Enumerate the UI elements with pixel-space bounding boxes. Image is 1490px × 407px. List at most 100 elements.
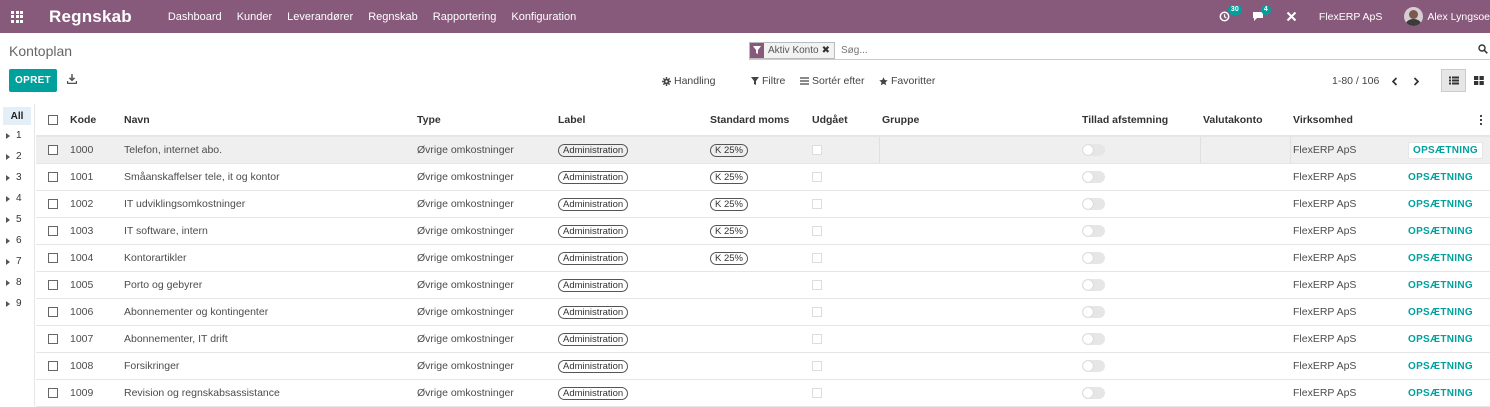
row-deprecated-checkbox[interactable] — [812, 145, 822, 155]
search-input[interactable] — [840, 44, 1441, 56]
header-standard-tax[interactable]: Standard moms — [710, 104, 789, 135]
side-group-item[interactable]: 6 — [0, 230, 34, 251]
header-deprecated[interactable]: Udgået — [812, 104, 848, 135]
sort-menu[interactable]: Sortér efter — [800, 75, 865, 87]
row-checkbox[interactable] — [48, 388, 58, 398]
row-reconcile-toggle[interactable] — [1082, 252, 1105, 264]
side-group-item[interactable]: 7 — [0, 251, 34, 272]
action-menu[interactable]: Handling — [662, 75, 715, 87]
filters-menu[interactable]: Filtre — [751, 75, 785, 87]
setup-button[interactable]: OPSÆTNING — [1408, 199, 1473, 210]
setup-button[interactable]: OPSÆTNING — [1408, 141, 1483, 159]
row-checkbox[interactable] — [48, 307, 58, 317]
row-deprecated-checkbox[interactable] — [812, 334, 822, 344]
row-checkbox[interactable] — [48, 253, 58, 263]
row-deprecated-checkbox[interactable] — [812, 253, 822, 263]
row-checkbox[interactable] — [48, 172, 58, 182]
list-view-icon[interactable] — [1441, 69, 1466, 92]
menu-dashboard[interactable]: Dashboard — [168, 11, 222, 23]
filter-facet[interactable]: Aktiv Konto ✖ — [749, 41, 835, 59]
company-switcher[interactable]: FlexERP ApS — [1319, 11, 1382, 23]
app-brand[interactable]: Regnskab — [49, 7, 132, 27]
row-checkbox[interactable] — [48, 199, 58, 209]
table-row[interactable]: 1009 Revision og regnskabsassistance Øvrig… — [36, 380, 1490, 407]
create-button[interactable]: OPRET — [9, 69, 57, 92]
debug-tools-icon[interactable] — [1286, 11, 1297, 22]
side-group-item[interactable]: 3 — [0, 167, 34, 188]
row-reconcile-toggle[interactable] — [1082, 306, 1105, 318]
row-deprecated-checkbox[interactable] — [812, 199, 822, 209]
row-reconcile-toggle[interactable] — [1082, 171, 1105, 183]
side-group-item[interactable]: 1 — [0, 125, 34, 146]
favorites-menu[interactable]: Favoritter — [879, 75, 935, 87]
table-row[interactable]: 1000 Telefon, internet abo. Øvrige omkostn… — [36, 137, 1490, 164]
menu-rapportering[interactable]: Rapportering — [433, 11, 497, 23]
optional-columns-icon[interactable] — [1480, 115, 1482, 125]
header-allow-reconcile[interactable]: Tillad afstemning — [1082, 104, 1168, 135]
row-deprecated-checkbox[interactable] — [812, 307, 822, 317]
setup-button[interactable]: OPSÆTNING — [1408, 307, 1473, 318]
header-group[interactable]: Gruppe — [882, 104, 919, 135]
setup-button[interactable]: OPSÆTNING — [1408, 253, 1473, 264]
row-reconcile-toggle[interactable] — [1082, 333, 1105, 345]
messages-icon[interactable]: 4 — [1252, 5, 1271, 22]
header-label[interactable]: Label — [558, 104, 585, 135]
user-menu[interactable]: Alex Lyngsoe — [1427, 11, 1490, 23]
download-icon[interactable] — [66, 74, 78, 87]
setup-button[interactable]: OPSÆTNING — [1408, 334, 1473, 345]
remove-facet-icon[interactable]: ✖ — [822, 45, 830, 56]
header-type[interactable]: Type — [417, 104, 441, 135]
header-company[interactable]: Virksomhed — [1293, 104, 1353, 135]
row-reconcile-toggle[interactable] — [1082, 144, 1105, 156]
row-deprecated-checkbox[interactable] — [812, 388, 822, 398]
menu-leverandorer[interactable]: Leverandører — [287, 11, 353, 23]
table-row[interactable]: 1001 Småanskaffelser tele, it og kontor Øv… — [36, 164, 1490, 191]
row-checkbox[interactable] — [48, 226, 58, 236]
setup-button[interactable]: OPSÆTNING — [1408, 172, 1473, 183]
row-reconcile-toggle[interactable] — [1082, 360, 1105, 372]
row-reconcile-toggle[interactable] — [1082, 225, 1105, 237]
row-reconcile-toggle[interactable] — [1082, 279, 1105, 291]
setup-button[interactable]: OPSÆTNING — [1408, 361, 1473, 372]
side-group-item[interactable]: 5 — [0, 209, 34, 230]
apps-menu-icon[interactable] — [0, 0, 34, 33]
table-row[interactable]: 1002 IT udviklingsomkostninger Øvrige omko… — [36, 191, 1490, 218]
setup-button[interactable]: OPSÆTNING — [1408, 226, 1473, 237]
header-currency[interactable]: Valutakonto — [1203, 104, 1263, 135]
side-group-item[interactable]: 2 — [0, 146, 34, 167]
table-row[interactable]: 1005 Porto og gebyrer Øvrige omkostninger A… — [36, 272, 1490, 299]
header-name[interactable]: Navn — [124, 104, 150, 135]
select-all-checkbox[interactable] — [48, 114, 58, 125]
row-checkbox[interactable] — [48, 334, 58, 344]
side-group-item[interactable]: 4 — [0, 188, 34, 209]
side-all-item[interactable]: All — [3, 107, 31, 125]
row-reconcile-toggle[interactable] — [1082, 387, 1105, 399]
row-reconcile-toggle[interactable] — [1082, 198, 1105, 210]
row-deprecated-checkbox[interactable] — [812, 361, 822, 371]
pager-value[interactable]: 1-80 / 106 — [1332, 75, 1379, 87]
menu-kunder[interactable]: Kunder — [237, 11, 272, 23]
table-row[interactable]: 1003 IT software, intern Øvrige omkostning… — [36, 218, 1490, 245]
pager-previous-icon[interactable] — [1386, 73, 1402, 89]
setup-button[interactable]: OPSÆTNING — [1408, 280, 1473, 291]
menu-regnskab[interactable]: Regnskab — [368, 11, 418, 23]
side-group-item[interactable]: 9 — [0, 293, 34, 314]
row-checkbox[interactable] — [48, 361, 58, 371]
table-row[interactable]: 1004 Kontorartikler Øvrige omkostninger Adm… — [36, 245, 1490, 272]
pager-next-icon[interactable] — [1408, 73, 1424, 89]
header-code[interactable]: Kode — [70, 104, 96, 135]
row-deprecated-checkbox[interactable] — [812, 280, 822, 290]
table-row[interactable]: 1008 Forsikringer Øvrige omkostninger Admin… — [36, 353, 1490, 380]
row-deprecated-checkbox[interactable] — [812, 172, 822, 182]
kanban-view-icon[interactable] — [1466, 69, 1490, 92]
activity-icon[interactable]: 30 — [1219, 5, 1242, 22]
table-row[interactable]: 1006 Abonnementer og kontingenter Øvrige o… — [36, 299, 1490, 326]
side-group-item[interactable]: 8 — [0, 272, 34, 293]
menu-konfiguration[interactable]: Konfiguration — [511, 11, 576, 23]
row-checkbox[interactable] — [48, 145, 58, 155]
user-avatar[interactable] — [1404, 7, 1424, 26]
table-row[interactable]: 1007 Abonnementer, IT drift Øvrige omkostn… — [36, 326, 1490, 353]
setup-button[interactable]: OPSÆTNING — [1408, 388, 1473, 399]
search-icon[interactable] — [1478, 44, 1488, 57]
row-checkbox[interactable] — [48, 280, 58, 290]
